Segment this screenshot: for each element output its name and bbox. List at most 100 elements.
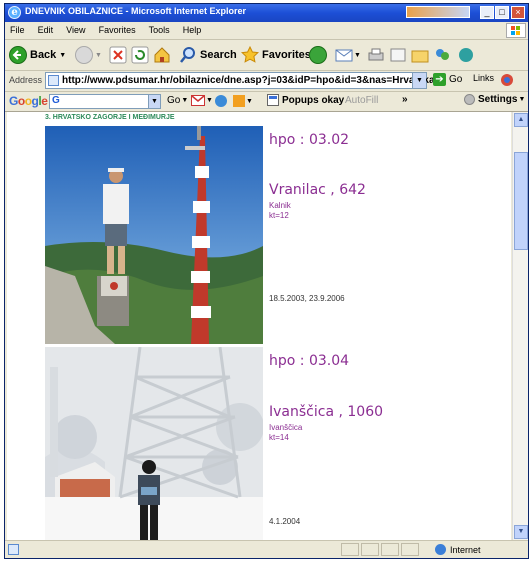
gmail-icon [191, 95, 205, 106]
discuss-button[interactable] [411, 44, 429, 66]
research-button[interactable] [457, 44, 475, 66]
peak-name: Ivanščica , 1060 [269, 404, 384, 420]
address-input[interactable]: http://www.pdsumar.hr/obilaznice/dne.asp… [45, 72, 435, 89]
stop-button[interactable] [109, 44, 127, 66]
google-go-label: Go [167, 95, 181, 106]
status-pane [341, 543, 359, 556]
scroll-up-icon[interactable]: ▲ [514, 113, 528, 127]
mail-dropdown-icon[interactable]: ▼ [354, 52, 361, 59]
status-bar: Internet [5, 540, 528, 558]
gmail-button[interactable]: ▼ [191, 95, 213, 106]
refresh-icon [131, 46, 149, 64]
zone-label: Internet [450, 544, 481, 555]
peak-name: Vranilac , 642 [269, 182, 366, 198]
peak-region: Kalnik [269, 201, 291, 210]
history-button[interactable] [309, 44, 327, 66]
minimize-button[interactable]: _ [480, 6, 494, 19]
search-button[interactable]: Search [179, 44, 237, 66]
forward-button[interactable]: ▼ [75, 44, 102, 66]
browser-window: e DNEVNIK OBILAZNICE - Microsoft Interne… [4, 3, 529, 559]
forward-dropdown-icon[interactable]: ▼ [95, 52, 102, 59]
globe-icon [215, 95, 227, 107]
address-label: Address [9, 75, 43, 85]
back-button[interactable]: Back ▼ [9, 44, 66, 66]
section-title: 3. HRVATSKO ZAGORJE I MEĐIMURJE [45, 114, 175, 121]
mail-button[interactable]: ▼ [335, 44, 361, 66]
edit-button[interactable] [389, 44, 407, 66]
autofill-button[interactable]: AutoFill [345, 95, 378, 106]
google-sites-button[interactable] [215, 95, 227, 107]
status-panes [341, 543, 421, 556]
menu-favorites[interactable]: Favorites [94, 22, 141, 35]
google-more-button[interactable]: » [402, 94, 408, 105]
security-zone[interactable]: Internet [435, 544, 481, 555]
menu-bar: File Edit View Favorites Tools Help [5, 22, 528, 40]
popups-button[interactable]: Popups okay [267, 94, 344, 106]
settings-label: Settings [478, 94, 518, 105]
links-button[interactable]: Links [473, 73, 494, 83]
google-search-input[interactable]: G ▼ [49, 94, 161, 109]
links-extension-icon[interactable] [499, 72, 517, 89]
messenger-button[interactable] [433, 44, 451, 66]
print-button[interactable] [367, 44, 385, 66]
back-arrow-icon [9, 46, 27, 64]
peak-code: hpo : 03.02 [269, 132, 350, 148]
google-toolbar: Google G ▼ Go ▼ ▼ ▼ Popups okay AutoFill… [5, 92, 528, 112]
bookmarks-dropdown-icon: ▼ [246, 97, 253, 105]
bookmark-star-icon [233, 95, 245, 107]
google-search-dropdown-icon[interactable]: ▼ [148, 95, 160, 108]
favorites-button[interactable]: Favorites [241, 44, 311, 66]
vertical-scrollbar[interactable]: ▲ ▼ [512, 112, 528, 540]
page-icon [48, 75, 59, 86]
scroll-down-icon[interactable]: ▼ [514, 525, 528, 539]
peak-photo-vranilac [45, 126, 263, 344]
address-bar: Address http://www.pdsumar.hr/obilaznice… [5, 71, 528, 92]
forward-arrow-icon [75, 46, 93, 64]
peak-region: Ivanščica [269, 423, 303, 432]
go-button[interactable]: ➔ Go [433, 73, 462, 86]
favorites-label: Favorites [262, 49, 311, 61]
refresh-button[interactable] [131, 44, 149, 66]
menu-help[interactable]: Help [178, 22, 207, 35]
title-bar[interactable]: e DNEVNIK OBILAZNICE - Microsoft Interne… [5, 4, 528, 22]
menu-view[interactable]: View [61, 22, 90, 35]
edit-page-icon [390, 48, 406, 62]
home-icon [154, 47, 170, 63]
messenger-icon [436, 49, 449, 60]
popup-blocker-icon [267, 94, 279, 106]
menu-edit[interactable]: Edit [33, 22, 59, 35]
peak-checkpoint: kt=12 [269, 211, 289, 220]
internet-globe-icon [435, 544, 446, 555]
status-pane [381, 543, 399, 556]
address-dropdown-icon[interactable]: ▼ [412, 73, 426, 88]
close-button[interactable]: × [511, 6, 525, 19]
windows-flag-icon [506, 23, 526, 38]
research-icon [459, 48, 473, 62]
popups-label: Popups okay [282, 94, 345, 106]
google-settings-button[interactable]: Settings ▼ [464, 94, 525, 105]
google-logo[interactable]: Google [9, 94, 48, 108]
peak-photo-ivanscica [45, 347, 263, 540]
back-dropdown-icon[interactable]: ▼ [59, 52, 66, 59]
history-icon [309, 46, 327, 64]
visit-dates: 18.5.2003, 23.9.2006 [269, 294, 345, 303]
maximize-button[interactable]: □ [495, 6, 509, 19]
google-go-button[interactable]: Go ▼ [167, 95, 188, 106]
status-pane [361, 543, 379, 556]
google-go-dropdown-icon: ▼ [181, 97, 189, 104]
menu-tools[interactable]: Tools [144, 22, 175, 35]
address-url: http://www.pdsumar.hr/obilaznice/dne.asp… [62, 75, 435, 86]
status-page-icon [8, 544, 19, 555]
standard-toolbar: Back ▼ ▼ Search Favorites ▼ [5, 40, 528, 71]
peak-code: hpo : 03.04 [269, 353, 350, 369]
bookmarks-button[interactable]: ▼ [233, 95, 253, 107]
settings-dropdown-icon: ▼ [518, 96, 526, 103]
search-icon [180, 47, 195, 63]
home-button[interactable] [153, 44, 171, 66]
favorites-star-icon [241, 46, 259, 63]
google-search-value: G [52, 95, 60, 106]
search-label: Search [200, 49, 237, 61]
title-toolbar-badge [406, 6, 470, 18]
scroll-thumb[interactable] [514, 152, 528, 250]
menu-file[interactable]: File [5, 22, 30, 35]
